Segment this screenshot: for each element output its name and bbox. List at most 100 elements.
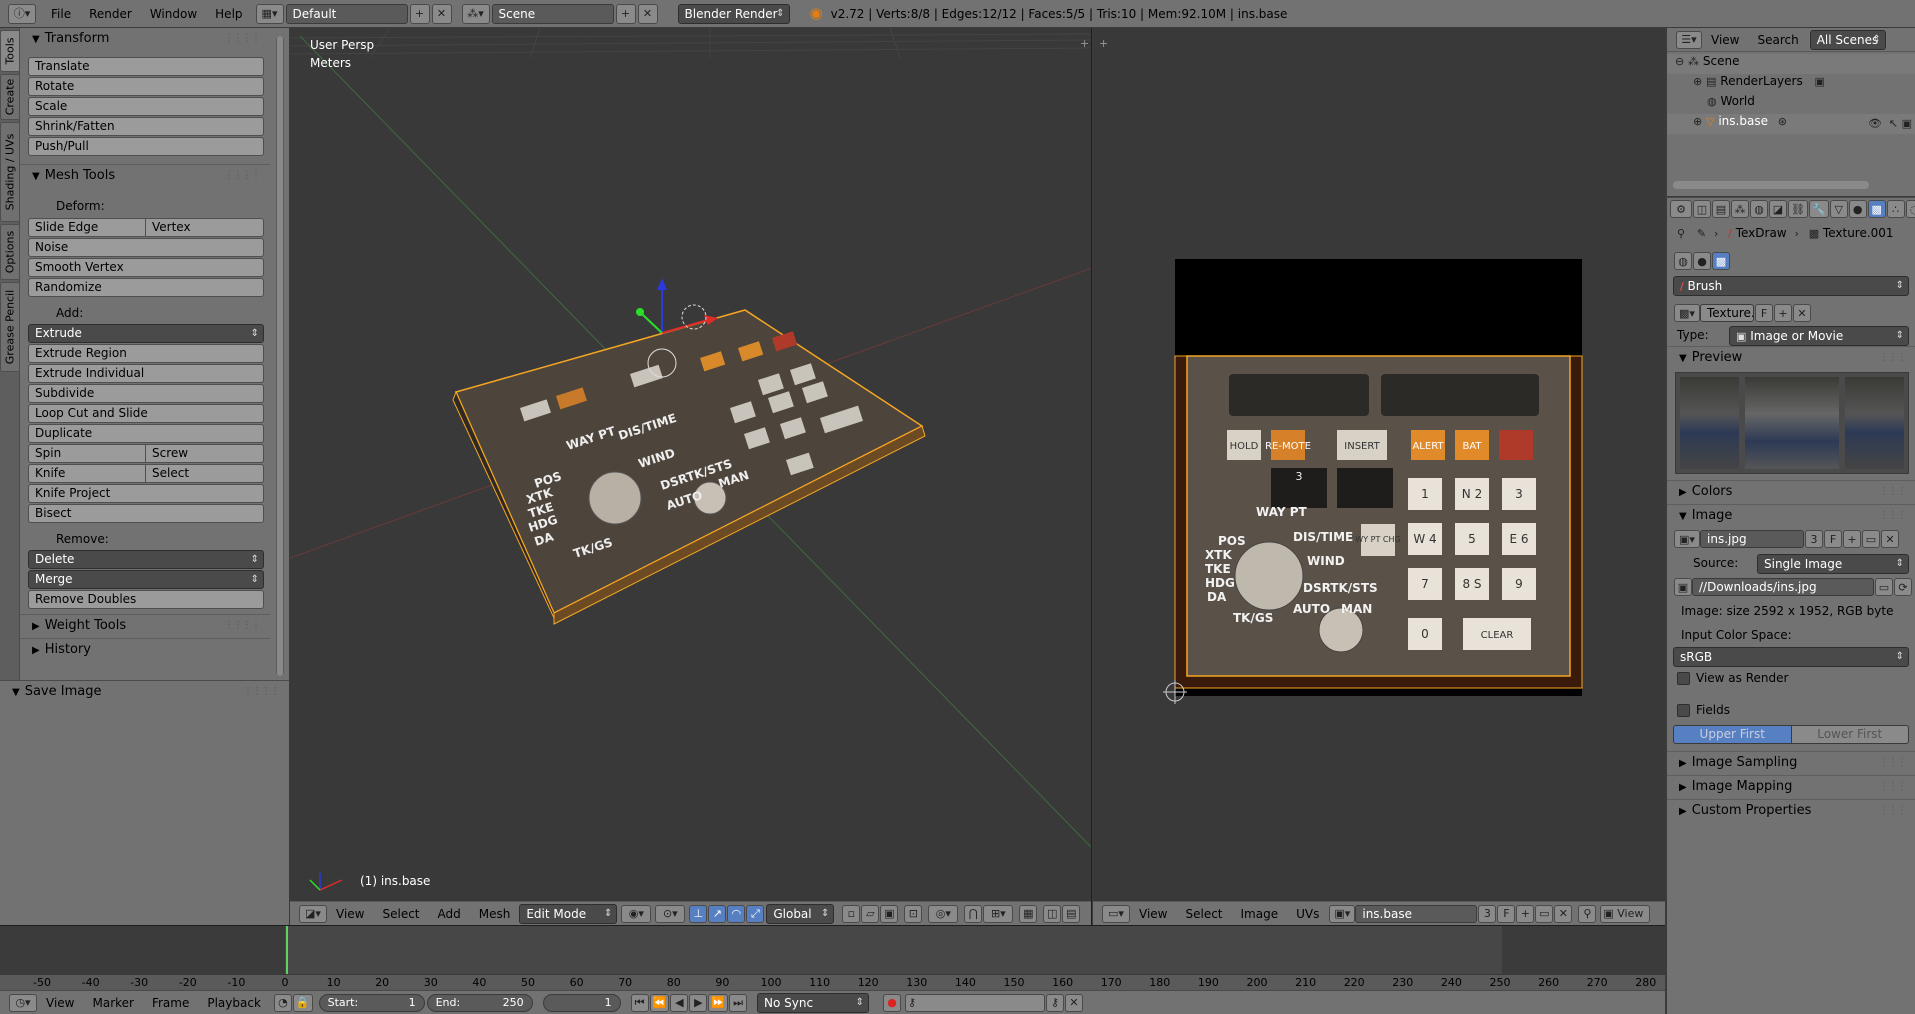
pin-image-button[interactable]: ⚲ [1578, 904, 1597, 923]
panel-image-sampling-header[interactable]: ▶ Image Sampling ⋮⋮⋮ [1667, 751, 1915, 773]
next-keyframe-button[interactable]: ⏩ [708, 993, 729, 1012]
menu-view[interactable]: View [1130, 907, 1176, 921]
new-image-button[interactable]: + [1516, 904, 1535, 923]
mode-dropdown[interactable]: Edit Mode [519, 903, 618, 924]
duplicate-button[interactable]: Duplicate [28, 424, 264, 443]
panel-colors-header[interactable]: ▶ Colors ⋮⋮⋮ [1667, 480, 1915, 502]
display-mode-dropdown[interactable]: All Scenes [1809, 29, 1886, 50]
menu-mesh[interactable]: Mesh [470, 907, 520, 921]
drag-grip-icon[interactable]: ⋮⋮⋮⋮ [224, 165, 261, 187]
rotate-button[interactable]: Rotate [28, 77, 264, 96]
opengl-anim-button[interactable]: ▤ [1062, 904, 1081, 923]
filepath-field[interactable]: //Downloads/ins.jpg [1692, 578, 1874, 596]
tab-grease-pencil[interactable]: Grease Pencil [0, 282, 20, 372]
texture-name-field[interactable]: Texture.0 [1700, 304, 1754, 322]
shrink-fatten-button[interactable]: Shrink/Fatten [28, 117, 264, 136]
tab-texture[interactable]: ▩ [1867, 200, 1886, 218]
manipulator-toggle[interactable]: ⊥ [689, 904, 708, 923]
other-texture-tab[interactable]: ● [1693, 252, 1711, 270]
area-split-plus-icon[interactable]: + [1080, 38, 1089, 49]
new-image-button[interactable]: + [1843, 530, 1861, 548]
image-users-count[interactable]: 3 [1805, 530, 1823, 548]
checkbox-box[interactable] [1677, 704, 1690, 717]
push-pull-button[interactable]: Push/Pull [28, 137, 264, 156]
current-frame-marker[interactable] [286, 926, 288, 974]
open-image-button[interactable]: ▭ [1535, 904, 1554, 923]
tool-shelf-scrollbar[interactable] [276, 36, 284, 676]
gizmo-y-axis[interactable] [641, 313, 663, 334]
translate-button[interactable]: Translate [28, 57, 264, 76]
unlink-image-button[interactable]: ✕ [1554, 904, 1573, 923]
cursor-icon[interactable]: ↖ [1889, 118, 1898, 129]
layout-add-button[interactable]: + [409, 3, 430, 24]
insert-keyframe-button[interactable]: ⚷ [1046, 993, 1065, 1012]
drag-grip-icon[interactable]: ⋮⋮⋮⋮ [224, 615, 261, 637]
remove-doubles-button[interactable]: Remove Doubles [28, 590, 264, 609]
area-split-plus-icon[interactable]: + [1099, 38, 1108, 49]
image-browse-button[interactable]: ▣▾ [1674, 530, 1700, 548]
outliner-item-scene[interactable]: ⊖ ⁂ Scene [1667, 54, 1915, 74]
menu-view[interactable]: View [1702, 33, 1748, 47]
tab-data[interactable]: ▽ [1829, 200, 1848, 218]
source-dropdown[interactable]: Single Image [1757, 554, 1909, 574]
keying-set-button[interactable]: ⚷ [905, 993, 1046, 1012]
drag-grip-icon[interactable]: ⋮⋮⋮ [1879, 481, 1907, 503]
outliner-item-world[interactable]: ◍ World [1667, 94, 1915, 114]
scrollbar-thumb[interactable] [277, 36, 283, 676]
scale-manipulator[interactable]: ⤢ [746, 904, 765, 923]
current-frame-field[interactable]: 1 [542, 993, 621, 1012]
panel-image-mapping-header[interactable]: ▶ Image Mapping ⋮⋮⋮ [1667, 775, 1915, 797]
translate-manipulator[interactable]: ↗ [708, 904, 727, 923]
preview-range-toggle[interactable]: ◔ [273, 993, 292, 1012]
tab-renderlayers[interactable]: ▤ [1712, 200, 1730, 218]
panel-transform-header[interactable]: ▼ Transform ⋮⋮⋮⋮ [20, 28, 270, 50]
rotate-manipulator[interactable]: ◠ [727, 904, 746, 923]
lower-first-button[interactable]: Lower First [1791, 725, 1909, 744]
gizmo-y-handle[interactable] [636, 308, 644, 316]
panel-mesh-tools-header[interactable]: ▼ Mesh Tools ⋮⋮⋮⋮ [20, 164, 270, 186]
spin-button[interactable]: Spin [28, 444, 146, 463]
menu-marker[interactable]: Marker [83, 996, 142, 1010]
tab-modifiers[interactable]: 🔧 [1808, 200, 1829, 218]
render-layer-toggle-icon[interactable]: ▣ [1815, 76, 1825, 87]
panel-weight-tools-header[interactable]: ▶ Weight Tools ⋮⋮⋮⋮ [20, 614, 270, 636]
fake-user-button[interactable]: F [1755, 304, 1773, 322]
menu-add[interactable]: Add [429, 907, 470, 921]
slide-edge-button[interactable]: Slide Edge [28, 218, 146, 237]
shading-dropdown[interactable]: ◉▾ [621, 904, 652, 923]
pin-icon[interactable]: ⚲ [1677, 228, 1685, 239]
layers-button[interactable]: ▦ [1019, 904, 1038, 923]
editor-type-button[interactable]: ◪▾ [299, 904, 327, 923]
slide-vertex-button[interactable]: Vertex [146, 218, 264, 237]
tab-scene[interactable]: ⁂ [1731, 200, 1749, 218]
image-name-field[interactable]: ins.base [1355, 904, 1478, 923]
image-browse-button[interactable]: ▣▾ [1329, 904, 1356, 923]
extrude-region-button[interactable]: Extrude Region [28, 344, 264, 363]
menu-view[interactable]: View [37, 996, 83, 1010]
viewport-canvas[interactable]: WAY PT DIS/TIME WIND DSRTK/STS AUTO MAN … [290, 28, 1092, 901]
open-image-button[interactable]: ▭ [1862, 530, 1880, 548]
editor-type-button[interactable]: ▭▾ [1102, 904, 1130, 923]
texture-type-dropdown[interactable]: ▣ Image or Movie [1729, 326, 1909, 346]
panel-history-header[interactable]: ▶ History [20, 638, 270, 660]
scale-button[interactable]: Scale [28, 97, 264, 116]
subdivide-button[interactable]: Subdivide [28, 384, 264, 403]
layout-remove-button[interactable]: ✕ [431, 3, 452, 24]
tab-shading-uvs[interactable]: Shading / UVs [0, 122, 20, 222]
view-as-render-checkbox[interactable]: View as Render [1677, 671, 1788, 685]
tab-constraints[interactable]: ⛓ [1788, 200, 1808, 218]
scene-selector-button[interactable]: ⁂▾ [461, 3, 490, 24]
world-texture-tab[interactable]: ◍ [1674, 252, 1692, 270]
fake-user-button[interactable]: F [1824, 530, 1842, 548]
outliner-item-renderlayers[interactable]: ⊕ ▤ RenderLayers ▣ [1667, 74, 1915, 94]
noise-button[interactable]: Noise [28, 238, 264, 257]
jump-start-button[interactable]: ⏮ [630, 993, 649, 1012]
unlink-image-button[interactable]: ✕ [1881, 530, 1899, 548]
edge-select-mode[interactable]: ▱ [861, 904, 880, 923]
gizmo-z-arrow[interactable] [657, 278, 667, 290]
randomize-button[interactable]: Randomize [28, 278, 264, 297]
drag-grip-icon[interactable]: ⋮⋮⋮⋮ [243, 681, 280, 703]
image-packed-icon[interactable]: ▣ [1674, 578, 1692, 596]
uv-image-editor[interactable]: HOLD RE-MOTE INSERT ALERT BAT 3 1 N 2 3 … [1093, 28, 1665, 925]
drag-grip-icon[interactable]: ⋮⋮⋮ [1879, 776, 1907, 798]
